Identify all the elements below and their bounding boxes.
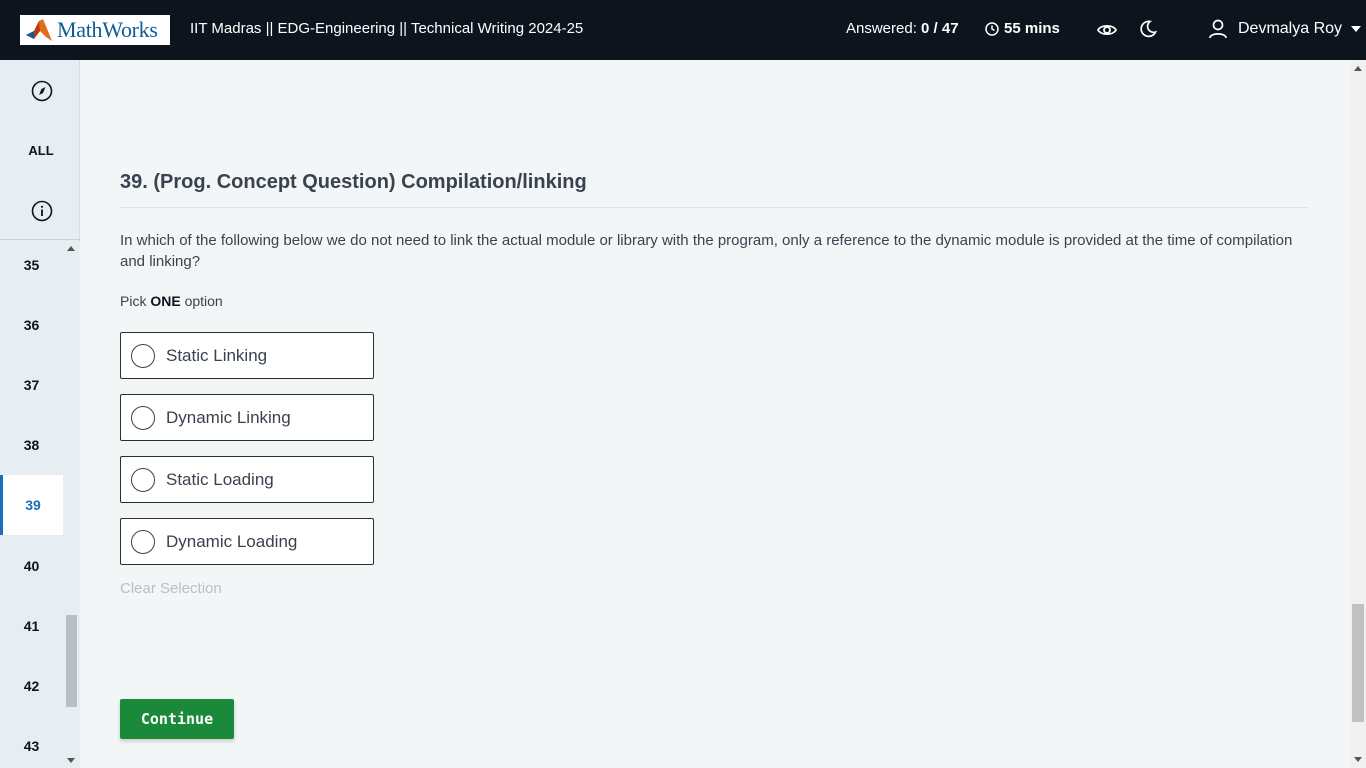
page-scrollbar[interactable] <box>1350 60 1366 768</box>
radio-button[interactable] <box>131 529 155 554</box>
question-panel: 39. (Prog. Concept Question) Compilation… <box>80 60 1350 768</box>
compass-icon[interactable] <box>31 80 53 102</box>
test-title: IIT Madras || EDG-Engineering || Technic… <box>190 20 584 37</box>
pick-instruction: Pick ONE option <box>120 293 223 309</box>
option-label: Static Linking <box>166 345 268 365</box>
radio-button[interactable] <box>131 343 155 368</box>
answered-label: Answered: <box>846 20 922 37</box>
user-menu[interactable]: Devmalya Roy <box>1208 18 1342 40</box>
question-sidebar: ALL 35 36 37 38 39 40 41 42 43 <box>0 60 80 768</box>
info-icon[interactable] <box>31 200 53 222</box>
sidebar-top: ALL <box>0 60 80 240</box>
option-dynamic-loading[interactable]: Dynamic Loading <box>120 518 374 565</box>
pick-suffix: option <box>180 293 223 309</box>
option-label: Dynamic Linking <box>166 407 291 427</box>
moon-icon[interactable] <box>1138 19 1158 39</box>
scroll-up-icon[interactable] <box>1354 66 1362 71</box>
radio-button[interactable] <box>131 405 155 430</box>
option-label: Static Loading <box>166 469 274 489</box>
clear-selection-link[interactable]: Clear Selection <box>120 580 222 597</box>
top-header: MathWorks IIT Madras || EDG-Engineering … <box>0 0 1366 60</box>
question-nav-item[interactable]: 35 <box>0 241 63 295</box>
question-nav-item[interactable]: 42 <box>0 656 63 716</box>
question-nav-item[interactable]: 38 <box>0 415 63 475</box>
sidebar-scrollbar[interactable] <box>63 241 80 768</box>
pick-bold: ONE <box>150 293 181 309</box>
question-nav-item[interactable]: 41 <box>0 596 63 656</box>
user-icon <box>1209 19 1227 39</box>
scroll-down-icon[interactable] <box>1354 757 1362 762</box>
question-text: In which of the following below we do no… <box>120 232 1293 270</box>
question-nav-item[interactable]: 36 <box>0 295 63 355</box>
option-label: Dynamic Loading <box>166 531 298 551</box>
timer: 55 mins <box>985 20 1060 37</box>
membrane-logo-icon <box>26 19 52 41</box>
logo-text: MathWorks <box>57 17 158 42</box>
timer-value: 55 mins <box>1004 20 1060 37</box>
option-static-loading[interactable]: Static Loading <box>120 456 374 503</box>
clock-icon <box>985 21 999 36</box>
scroll-down-icon[interactable] <box>67 758 75 763</box>
radio-button[interactable] <box>131 467 155 492</box>
question-list: 35 36 37 38 39 40 41 42 43 <box>0 241 63 768</box>
page-scrollbar-thumb[interactable] <box>1352 604 1364 722</box>
chevron-down-icon[interactable] <box>1351 26 1361 32</box>
eye-icon[interactable] <box>1096 19 1118 41</box>
pick-prefix: Pick <box>120 293 151 309</box>
question-nav-item[interactable]: 43 <box>0 716 63 768</box>
scroll-up-icon[interactable] <box>67 246 75 251</box>
sidebar-scrollbar-thumb[interactable] <box>66 615 77 707</box>
user-name: Devmalya Roy <box>1238 20 1343 37</box>
answered-value: 0 / 47 <box>921 20 959 37</box>
option-dynamic-linking[interactable]: Dynamic Linking <box>120 394 374 441</box>
question-nav-item[interactable]: 40 <box>0 536 63 596</box>
question-nav-item-active[interactable]: 39 <box>0 475 63 535</box>
title-divider <box>120 207 1308 208</box>
answered-count: Answered: 0 / 47 <box>846 20 959 37</box>
all-questions-tab[interactable]: ALL <box>0 143 82 158</box>
mathworks-logo[interactable]: MathWorks <box>20 15 170 45</box>
question-nav-item[interactable]: 37 <box>0 355 63 415</box>
continue-button[interactable]: Continue <box>120 699 234 739</box>
option-static-linking[interactable]: Static Linking <box>120 332 374 379</box>
question-title: 39. (Prog. Concept Question) Compilation… <box>120 171 587 193</box>
